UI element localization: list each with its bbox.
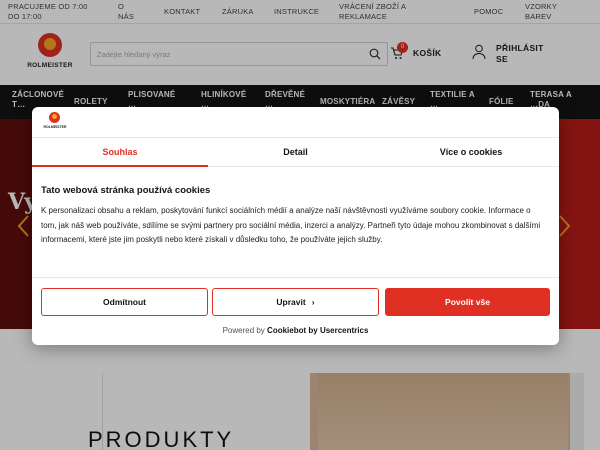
tab-about-cookies[interactable]: Více o cookies <box>383 138 559 167</box>
chevron-right-small-icon: › <box>311 297 315 307</box>
customize-label: Upravit <box>276 297 306 307</box>
allow-all-button[interactable]: Povolit vše <box>385 288 550 316</box>
powered-by: Powered by Cookiebot by Usercentrics <box>32 325 559 337</box>
reject-label: Odmítnout <box>103 297 146 307</box>
tab-details[interactable]: Detail <box>208 138 383 167</box>
cookie-text: K personalizaci obsahu a reklam, poskyto… <box>41 206 541 244</box>
cookie-tabs: Souhlas Detail Více o cookies <box>32 137 559 167</box>
dialog-logo: ROLMEISTER <box>41 112 69 134</box>
divider <box>32 277 559 278</box>
cookie-body: Tato webová stránka používá cookies K pe… <box>41 184 546 248</box>
cookie-heading: Tato webová stránka používá cookies <box>41 185 211 196</box>
tab-consent[interactable]: Souhlas <box>32 138 208 167</box>
reject-button[interactable]: Odmítnout <box>41 288 208 316</box>
customize-button[interactable]: Upravit › <box>212 288 379 316</box>
powered-brand[interactable]: Cookiebot by Usercentrics <box>267 326 368 335</box>
powered-prefix: Powered by <box>222 326 265 335</box>
dialog-logo-mark-icon <box>49 112 60 123</box>
dialog-logo-text: ROLMEISTER <box>43 125 67 129</box>
cookie-dialog: ROLMEISTER Souhlas Detail Více o cookies… <box>32 107 559 345</box>
allow-all-label: Povolit vše <box>445 297 490 307</box>
